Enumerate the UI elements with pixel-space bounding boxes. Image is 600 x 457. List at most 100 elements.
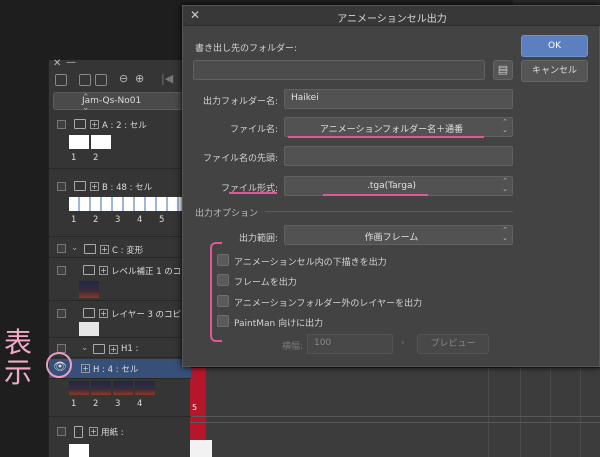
panel-header: ✕ —: [49, 57, 191, 72]
layer-checkbox[interactable]: [57, 120, 66, 129]
eye-icon[interactable]: 👁: [53, 360, 67, 373]
frame-number: 4: [137, 215, 143, 225]
preview-button[interactable]: プレビュー: [417, 334, 489, 354]
frame-number: 2: [93, 399, 99, 409]
layer-name: B : 48 : セル: [102, 183, 153, 193]
handwritten-annotation: 表示: [4, 326, 33, 389]
cell-thumbnail[interactable]: [69, 381, 89, 395]
layer-checkbox[interactable]: [57, 427, 66, 436]
expand-icon[interactable]: +: [100, 245, 109, 254]
destination-path-field[interactable]: [193, 60, 485, 80]
cell-thumbnail-strip[interactable]: [69, 197, 185, 211]
output-range-value: 作画フレーム: [364, 233, 419, 243]
annotation-underline: [229, 192, 277, 194]
layer-list-icon[interactable]: [79, 74, 91, 86]
cell-thumbnail[interactable]: [135, 381, 155, 395]
file-format-value: .tga(Targa): [367, 181, 416, 191]
cell-thumbnail[interactable]: [113, 381, 133, 395]
select-arrows-icon: ⌃ ⌄: [502, 177, 508, 193]
layer-row-c[interactable]: ⌄ + C : 変形: [49, 240, 191, 258]
frame-number: 5: [159, 215, 165, 225]
zoom-out-icon[interactable]: ⊖: [119, 72, 128, 85]
cell-thumbnail[interactable]: [91, 135, 111, 149]
output-range-select[interactable]: 作画フレーム ⌃ ⌄: [284, 225, 513, 245]
paintman-checkbox[interactable]: [217, 315, 229, 327]
layer-name: H : 4 : セル: [93, 365, 139, 375]
expand-icon[interactable]: +: [109, 345, 118, 354]
draft-output-checkbox[interactable]: [217, 254, 229, 266]
layer-folder-icon: [74, 181, 86, 191]
expand-icon[interactable]: +: [99, 266, 108, 275]
file-prefix-label: ファイル名の先頭:: [202, 154, 278, 164]
frame-number: 4: [137, 399, 143, 409]
cell-thumbnail[interactable]: [91, 381, 111, 395]
timeline-divider: [520, 368, 521, 457]
collapse-icon[interactable]: ⌄: [71, 243, 78, 253]
layer-name: H1 :: [121, 344, 139, 354]
expand-icon[interactable]: +: [90, 182, 99, 191]
layer-checkbox[interactable]: [57, 266, 66, 275]
close-icon[interactable]: ✕: [53, 58, 61, 69]
layer-panel: ✕ — ⊖ ⊕ |◀ Jam-Qs-No01 ⌃ ⌄ + A : 2 : セル 1…: [48, 57, 198, 457]
output-folder-label: 出力フォルダー名:: [202, 97, 278, 107]
file-name-select[interactable]: アニメーションフォルダー名＋通番 ⌃ ⌄: [284, 117, 513, 137]
panel-toolbar: ⊖ ⊕ |◀: [49, 72, 191, 90]
file-prefix-input[interactable]: [284, 146, 513, 166]
frame-number: 1: [71, 399, 77, 409]
layer-row-paper[interactable]: + 用紙 :: [49, 422, 191, 457]
expand-icon[interactable]: +: [90, 120, 99, 129]
paper-icon: [74, 426, 83, 438]
layer-row-a[interactable]: + A : 2 : セル 1 2: [49, 113, 191, 169]
checkbox-label[interactable]: アニメーションセル内の下描きを出力: [234, 255, 387, 268]
animation-folder-select[interactable]: Jam-Qs-No01 ⌃ ⌄: [53, 92, 187, 113]
timeline-area[interactable]: 5: [190, 368, 600, 457]
timeline-divider: [488, 368, 489, 457]
outside-layers-checkbox[interactable]: [217, 295, 229, 307]
layer-row-level[interactable]: + レベル補正 1 のコピー: [49, 261, 198, 301]
browse-folder-button[interactable]: ▤: [493, 60, 513, 80]
file-name-label: ファイル名:: [229, 125, 278, 135]
destination-label: 書き出し先のフォルダー:: [195, 44, 298, 54]
layer-name: A : 2 : セル: [102, 121, 147, 131]
layer-row-h-cells[interactable]: 1 2 3 4: [49, 379, 191, 417]
layer-icon: [83, 265, 95, 275]
file-format-select[interactable]: .tga(Targa) ⌃ ⌄: [284, 176, 513, 196]
layer-thumbnail: [79, 322, 99, 336]
width-input[interactable]: 100: [307, 334, 393, 354]
layer-row-b[interactable]: + B : 48 : セル 1 2 3 4 5: [49, 175, 191, 237]
select-arrows-icon: ⌃ ⌄: [502, 118, 508, 134]
zoom-in-icon[interactable]: ⊕: [135, 72, 144, 85]
frame-output-checkbox[interactable]: [217, 274, 229, 286]
layer-row-layer3[interactable]: + レイヤー 3 のコピー2: [49, 304, 195, 338]
select-arrows-icon: ⌃ ⌄: [502, 226, 508, 242]
ok-button[interactable]: OK: [521, 35, 588, 57]
layer-mode-icon[interactable]: [55, 74, 67, 86]
cell-thumbnail[interactable]: [69, 135, 89, 149]
frame-marker: 5: [192, 403, 198, 412]
expand-icon[interactable]: +: [89, 427, 98, 436]
collapse-icon[interactable]: ⌄: [81, 343, 88, 353]
output-folder-input[interactable]: Haikei: [284, 89, 513, 109]
minimize-icon[interactable]: —: [66, 57, 76, 68]
checkbox-label[interactable]: フレームを出力: [234, 275, 297, 288]
checkbox-label[interactable]: アニメーションフォルダー外のレイヤーを出力: [234, 296, 422, 309]
timeline-track-line: [190, 422, 600, 423]
frame-number: 2: [93, 153, 99, 163]
chevron-right-icon: ›: [401, 338, 405, 348]
expand-icon[interactable]: +: [81, 364, 90, 373]
cancel-button[interactable]: キャンセル: [521, 60, 588, 82]
layer-settings-icon[interactable]: [95, 74, 107, 86]
expand-icon[interactable]: +: [99, 309, 108, 318]
output-folder-value: Haikei: [291, 93, 319, 103]
first-frame-icon[interactable]: |◀: [161, 72, 173, 85]
layer-folder-icon: [74, 119, 86, 129]
checkbox-label[interactable]: PaintMan 向けに出力: [234, 316, 323, 329]
layer-checkbox[interactable]: [57, 244, 66, 253]
layer-checkbox[interactable]: [57, 182, 66, 191]
folder-icon: ▤: [497, 63, 509, 76]
layer-name: C : 変形: [112, 246, 144, 256]
layer-checkbox[interactable]: [57, 309, 66, 318]
layer-thumbnail: [79, 281, 99, 298]
frame-number: 3: [115, 399, 121, 409]
layer-row-h1[interactable]: ⌄ + H1 :: [49, 340, 191, 358]
